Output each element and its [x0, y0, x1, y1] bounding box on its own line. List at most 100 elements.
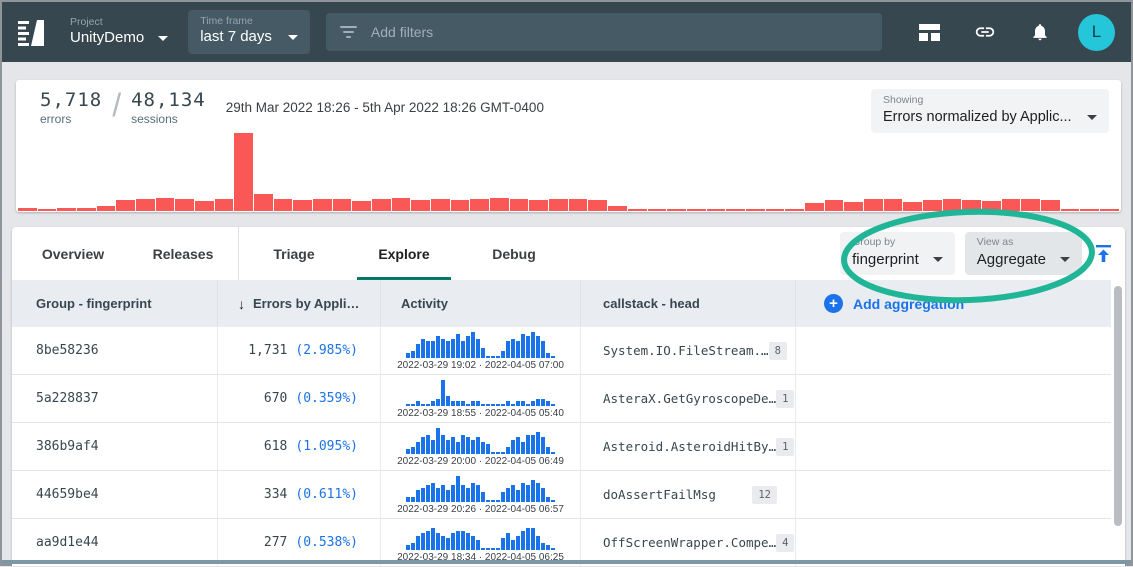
tab-overview[interactable]: Overview — [18, 227, 128, 280]
table-row[interactable]: 8be58236 1,731 (2.985%) 2022-03-29 19:02… — [12, 327, 1125, 375]
sparkline-bar — [471, 483, 475, 502]
sparkline-bar — [476, 485, 480, 501]
user-avatar[interactable]: L — [1078, 14, 1115, 51]
errors-percent[interactable]: (0.538%) — [295, 535, 358, 550]
errors-percent[interactable]: (0.359%) — [295, 391, 358, 406]
sparkline-bar — [466, 404, 470, 406]
sparkline-bar — [441, 380, 445, 406]
vertical-scrollbar[interactable] — [1111, 280, 1125, 564]
callstack-cell[interactable]: OffScreenWrapper.Compe… 4 — [581, 519, 796, 566]
errors-count-value: 5,718 — [40, 89, 102, 112]
column-header-fingerprint[interactable]: Group - fingerprint — [12, 280, 218, 327]
group-by-selector[interactable]: Group by fingerprint — [840, 232, 955, 275]
fingerprint-cell[interactable]: aa9d1e44 — [12, 519, 218, 566]
sparkline-bar — [426, 485, 430, 501]
error-histogram[interactable] — [18, 131, 1119, 211]
tab-triage[interactable]: Triage — [239, 227, 349, 280]
chevron-down-icon — [288, 35, 298, 40]
notifications-bell-icon[interactable] — [1030, 22, 1050, 42]
sparkline-bar — [441, 485, 445, 501]
histogram-bar — [195, 201, 214, 211]
view-as-label: View as — [977, 236, 1070, 250]
histogram-bar — [1061, 209, 1080, 211]
errors-percent[interactable]: (0.611%) — [295, 487, 358, 502]
activity-sparkline[interactable] — [406, 523, 555, 550]
callstack-text: System.IO.FileStream.… — [603, 343, 769, 358]
sparkline-bar — [511, 540, 515, 549]
sparkline-bar — [411, 543, 415, 550]
sparkline-bar — [466, 336, 470, 357]
filters-bar[interactable] — [326, 13, 882, 51]
column-header-callstack[interactable]: callstack - head — [581, 280, 796, 327]
sparkline-bar — [421, 488, 425, 502]
errors-cell: 618 (1.095%) — [218, 423, 381, 470]
column-header-activity[interactable]: Activity — [381, 280, 581, 327]
tab-releases[interactable]: Releases — [128, 227, 238, 280]
sparkline-bar — [451, 339, 455, 358]
tab-debug[interactable]: Debug — [459, 227, 569, 280]
table-header: Group - fingerprint ↓ Errors by Appli… A… — [12, 280, 1125, 327]
activity-caption: 2022-03-29 19:02 · 2022-04-05 07:00 — [397, 360, 564, 371]
fingerprint-cell[interactable]: 8be58236 — [12, 327, 218, 374]
sparkline-bar — [506, 401, 510, 405]
sparkline-bar — [476, 339, 480, 358]
histogram-bar — [943, 199, 962, 211]
table-row[interactable]: 44659be4 334 (0.611%) 2022-03-29 20:26 ·… — [12, 471, 1125, 519]
callstack-cell[interactable]: doAssertFailMsg 12 — [581, 471, 796, 518]
histogram-bar — [215, 199, 234, 211]
showing-value: Errors normalized by Applic... — [883, 108, 1097, 127]
fingerprint-cell[interactable]: 44659be4 — [12, 471, 218, 518]
fingerprint-cell[interactable]: 5a228837 — [12, 375, 218, 422]
histogram-bar — [844, 202, 863, 211]
errors-percent[interactable]: (2.985%) — [295, 343, 358, 358]
sparkline-bar — [496, 500, 500, 502]
scrollbar-thumb[interactable] — [1114, 286, 1122, 526]
activity-sparkline[interactable] — [406, 331, 555, 358]
stats-divider: / — [112, 87, 121, 124]
errors-cell: 277 (0.538%) — [218, 519, 381, 566]
column-header-errors[interactable]: ↓ Errors by Appli… — [218, 280, 381, 327]
table-row[interactable]: 5a228837 670 (0.359%) 2022-03-29 18:55 ·… — [12, 375, 1125, 423]
errors-percent[interactable]: (1.095%) — [295, 439, 358, 454]
tab-explore[interactable]: Explore — [349, 227, 459, 280]
view-as-selector[interactable]: View as Aggregate — [965, 232, 1082, 275]
sparkline-bar — [536, 336, 540, 357]
sparkline-bar — [426, 341, 430, 357]
sparkline-bar — [461, 485, 465, 501]
callstack-count-badge: 8 — [769, 342, 787, 360]
activity-sparkline[interactable] — [406, 475, 555, 502]
callstack-cell[interactable]: Asteroid.AsteroidHitBy… 1 — [581, 423, 796, 470]
link-icon[interactable] — [974, 21, 996, 43]
chevron-down-icon — [158, 36, 168, 41]
sessions-count-label: sessions — [131, 112, 206, 126]
table-row[interactable]: 386b9af4 618 (1.095%) 2022-03-29 20:00 ·… — [12, 423, 1125, 471]
callstack-text: Asteroid.AsteroidHitBy… — [603, 439, 776, 454]
callstack-cell[interactable]: System.IO.FileStream.… 8 — [581, 327, 796, 374]
sparkline-bar — [501, 351, 505, 358]
histogram-bar — [903, 202, 922, 211]
project-selector[interactable]: Project UnityDemo — [70, 16, 168, 48]
add-aggregation-button[interactable]: + Add aggregation — [824, 294, 964, 313]
add-filters-input[interactable] — [371, 24, 868, 40]
activity-sparkline[interactable] — [406, 427, 555, 454]
histogram-bar — [293, 200, 312, 211]
histogram-bar — [1100, 209, 1119, 211]
fingerprint-cell[interactable]: 386b9af4 — [12, 423, 218, 470]
sparkline-bar — [521, 483, 525, 502]
dashboard-layout-icon[interactable] — [919, 24, 940, 41]
histogram-bar — [628, 209, 647, 211]
sparkline-bar — [521, 442, 525, 454]
backtrace-logo-icon — [18, 19, 48, 46]
sparkline-bar — [516, 490, 520, 502]
callstack-cell[interactable]: AsteraX.GetGyroscopeDe… 1 — [581, 375, 796, 422]
sparkline-bar — [511, 440, 515, 454]
activity-sparkline[interactable] — [406, 379, 555, 406]
collapse-top-icon[interactable] — [1096, 245, 1111, 262]
sparkline-bar — [451, 437, 455, 453]
sparkline-bar — [496, 452, 500, 454]
sparkline-bar — [531, 401, 535, 405]
activity-caption: 2022-03-29 20:26 · 2022-04-05 06:57 — [397, 504, 564, 515]
showing-selector[interactable]: Showing Errors normalized by Applic... — [871, 89, 1109, 133]
timeframe-selector[interactable]: Time frame last 7 days — [188, 10, 310, 54]
histogram-bar — [77, 208, 96, 211]
